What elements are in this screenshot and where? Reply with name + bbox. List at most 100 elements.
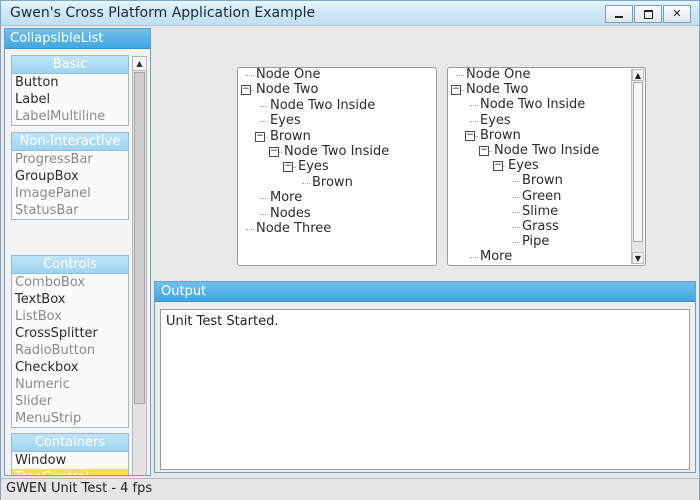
- sidebar-item-button[interactable]: Button: [12, 74, 128, 91]
- tree-node[interactable]: Node Two Inside: [480, 97, 585, 112]
- category-header[interactable]: Containers: [12, 434, 128, 452]
- minimize-icon: [615, 16, 623, 18]
- collapse-toggle-icon[interactable]: −: [255, 131, 265, 142]
- sidebar-item-textbox[interactable]: TextBox: [12, 291, 128, 308]
- tree-connector: [512, 196, 520, 198]
- sidebar-item-crosssplitter[interactable]: CrossSplitter: [12, 325, 128, 342]
- tree-connector: [246, 75, 254, 76]
- tree-node[interactable]: Brown: [312, 175, 353, 190]
- sidebar-item-radiobutton[interactable]: RadioButton: [12, 342, 128, 359]
- tree-node[interactable]: Pipe: [522, 234, 549, 249]
- collapse-toggle-icon[interactable]: −: [493, 161, 503, 172]
- tree-node[interactable]: Node One: [256, 68, 321, 82]
- collapse-toggle-icon[interactable]: −: [465, 130, 475, 141]
- tree-node[interactable]: More: [480, 249, 512, 264]
- window-controls: ✕: [604, 5, 691, 23]
- sidebar-item-label[interactable]: Label: [12, 91, 128, 108]
- maximize-button[interactable]: [634, 5, 662, 23]
- tree-connector: [470, 257, 478, 259]
- tree-scrollbar[interactable]: ▲ ▼: [631, 69, 644, 264]
- tree-control-right: ▲ ▼ Node One − Node Two Node Two Inside Eyes…: [447, 67, 646, 266]
- scroll-up-arrow-icon[interactable]: ▲: [133, 57, 146, 71]
- scroll-down-arrow-icon[interactable]: ▼: [632, 252, 644, 264]
- category-non-interactive: Non-Interactive ProgressBar GroupBox ImageP…: [11, 132, 129, 220]
- sidebar-item-imagepanel[interactable]: ImagePanel: [12, 185, 128, 202]
- tree-connector: [456, 75, 464, 76]
- tree-node[interactable]: Slime: [522, 204, 558, 219]
- tree-connector: [246, 229, 254, 230]
- status-bar: GWEN Unit Test - 4 fps: [1, 478, 699, 500]
- tree-node[interactable]: More: [270, 190, 302, 205]
- tree-connector: [260, 105, 268, 107]
- collapse-toggle-icon[interactable]: −: [241, 85, 251, 96]
- output-textbox[interactable]: Unit Test Started.: [160, 309, 690, 470]
- window-title: Gwen's Cross Platform Application Exampl…: [10, 5, 316, 21]
- tree-node[interactable]: Eyes: [508, 158, 539, 173]
- tree-connector: [260, 198, 268, 200]
- sidebar-item-menustrip[interactable]: MenuStrip: [12, 410, 128, 427]
- tree-connector: [512, 211, 520, 213]
- tree-connector: [302, 182, 310, 184]
- maximize-icon: [644, 10, 653, 19]
- sidebar-item-groupbox[interactable]: GroupBox: [12, 168, 128, 185]
- sidebar-item-progressbar[interactable]: ProgressBar: [12, 151, 128, 168]
- sidebar-item-treecontrol[interactable]: TreeControl: [12, 469, 128, 475]
- scroll-up-arrow-icon[interactable]: ▲: [632, 69, 644, 81]
- tree-node[interactable]: Brown: [480, 128, 521, 143]
- collapse-toggle-icon[interactable]: −: [451, 85, 461, 96]
- tree-control-left: Node One − Node Two Node Two Inside Eyes − Bro…: [237, 67, 437, 266]
- category-header[interactable]: Non-Interactive: [12, 133, 128, 151]
- category-header[interactable]: Basic: [12, 56, 128, 74]
- tree-connector: [512, 227, 520, 228]
- tree-node[interactable]: Node Two: [466, 82, 528, 97]
- category-controls: Controls ComboBox TextBox ListBox CrossSplit…: [11, 255, 129, 428]
- tree-node[interactable]: Eyes: [270, 113, 301, 128]
- minimize-button[interactable]: [605, 5, 633, 23]
- tree-connector: [470, 120, 478, 122]
- tree-node[interactable]: Nodes: [270, 206, 311, 221]
- tree-node[interactable]: Brown: [270, 129, 311, 144]
- collapsible-list-title: CollapsibleList: [5, 29, 150, 49]
- collapsible-list-body: ▲ Basic Button Label LabelMultiline Non-Inte…: [5, 49, 150, 475]
- tree-node[interactable]: Node One: [466, 68, 531, 82]
- sidebar-item-statusbar[interactable]: StatusBar: [12, 202, 128, 219]
- output-line: Unit Test Started.: [166, 314, 279, 329]
- sidebar-item-slider[interactable]: Slider: [12, 393, 128, 410]
- sidebar-item-numeric[interactable]: Numeric: [12, 376, 128, 393]
- tree-connector: [512, 181, 520, 183]
- output-panel: Output Unit Test Started.: [154, 281, 696, 473]
- app-window: Gwen's Cross Platform Application Exampl…: [0, 0, 700, 500]
- status-text: GWEN Unit Test - 4 fps: [6, 481, 153, 496]
- tree-connector: [260, 121, 268, 123]
- scrollbar-thumb[interactable]: [633, 82, 643, 242]
- tree-node[interactable]: Node Two Inside: [494, 143, 599, 158]
- tree-node[interactable]: Node Two Inside: [284, 144, 389, 159]
- tree-node[interactable]: Node Two: [256, 82, 318, 97]
- sidebar-scrollbar[interactable]: ▲: [132, 56, 147, 475]
- tree-node[interactable]: Brown: [522, 173, 563, 188]
- category-header[interactable]: Controls: [12, 256, 128, 274]
- sidebar-item-window[interactable]: Window: [12, 452, 128, 469]
- tree-node[interactable]: Node Three: [256, 221, 331, 236]
- sidebar-item-labelmultiline[interactable]: LabelMultiline: [12, 108, 128, 125]
- close-icon: ✕: [672, 7, 682, 20]
- sidebar-item-listbox[interactable]: ListBox: [12, 308, 128, 325]
- tree-connector: [470, 105, 478, 107]
- collapsible-list: CollapsibleList ▲ Basic Button Label LabelM…: [4, 28, 151, 476]
- output-title: Output: [155, 282, 695, 302]
- tree-connector: [260, 213, 268, 215]
- collapse-toggle-icon[interactable]: −: [283, 162, 293, 173]
- collapse-toggle-icon[interactable]: −: [269, 147, 279, 157]
- close-button[interactable]: ✕: [663, 5, 691, 23]
- tree-node[interactable]: Eyes: [480, 113, 511, 128]
- tree-node[interactable]: Grass: [522, 219, 559, 234]
- category-basic: Basic Button Label LabelMultiline: [11, 55, 129, 126]
- tree-node[interactable]: Eyes: [298, 159, 329, 174]
- sidebar-item-checkbox[interactable]: Checkbox: [12, 359, 128, 376]
- tree-node[interactable]: Green: [522, 189, 561, 204]
- tree-node[interactable]: Node Two Inside: [270, 98, 375, 113]
- scrollbar-thumb[interactable]: [134, 72, 145, 404]
- collapse-toggle-icon[interactable]: −: [479, 146, 489, 156]
- title-bar[interactable]: Gwen's Cross Platform Application Exampl…: [1, 1, 699, 26]
- sidebar-item-combobox[interactable]: ComboBox: [12, 274, 128, 291]
